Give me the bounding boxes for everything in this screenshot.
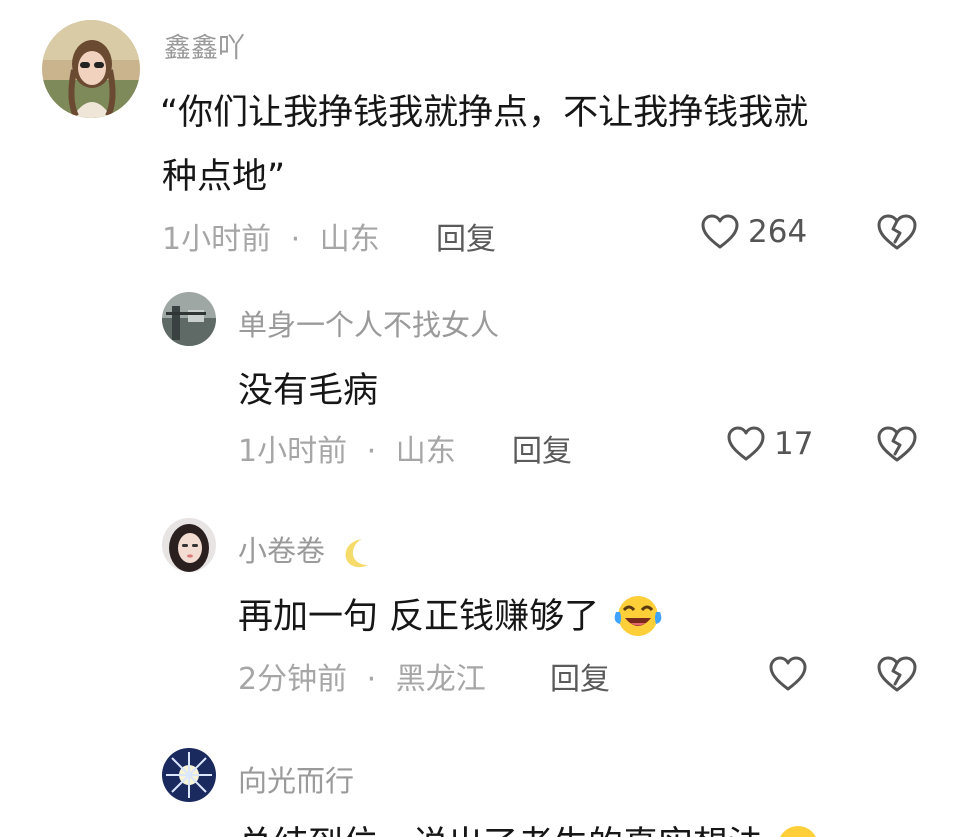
username[interactable]: 鑫鑫吖 [164, 26, 245, 65]
avatar-photo-icon [162, 292, 216, 346]
comment-text-line-2: 种点地” [162, 157, 286, 197]
like-count: 264 [748, 214, 808, 250]
avatar-photo-icon [162, 748, 216, 802]
heart-outline-icon [701, 214, 739, 249]
comment-meta: 1小时前 · 山东 [162, 214, 380, 258]
comment-meta: 1小时前 · 山东 [238, 426, 456, 470]
comment-item: 鑫鑫吖 “你们让我挣钱我就挣点，不让我挣钱我就 种点地” 1小时前 · 山东 回… [0, 0, 960, 270]
comment-item: 单身一个人不找女人 没有毛病 1小时前 · 山东 回复 17 [0, 280, 960, 490]
location: 黑龙江 [395, 662, 486, 697]
laughing-crying-emoji [614, 596, 662, 636]
broken-heart-icon [877, 426, 917, 462]
heart-outline-icon [727, 426, 765, 461]
reply-button[interactable]: 回复 [550, 654, 610, 698]
comment-text-body: 总结到位，说出了老生的真实想法 [238, 825, 763, 837]
crescent-moon-emoji [345, 539, 369, 568]
comment-text: 没有毛病 [238, 371, 379, 411]
username[interactable]: 向光而行 [238, 758, 354, 800]
avatar[interactable] [162, 748, 216, 802]
username-text: 小卷卷 [238, 534, 326, 568]
comment-text-body: 再加一句 反正钱赚够了 [238, 597, 600, 637]
avatar[interactable] [42, 20, 140, 118]
like-button[interactable]: 17 [726, 422, 813, 466]
meta-separator: · [366, 434, 377, 469]
comment-item: 向光而行 总结到位，说出了老生的真实想法 [0, 736, 960, 837]
comment-meta: 2分钟前 · 黑龙江 [238, 654, 486, 698]
like-count: 17 [774, 426, 814, 462]
dislike-button[interactable] [876, 424, 918, 468]
timestamp: 1小时前 [162, 222, 272, 257]
avatar-photo-icon [162, 518, 216, 572]
like-button[interactable]: 264 [700, 210, 807, 254]
reply-button[interactable]: 回复 [436, 214, 496, 258]
dislike-button[interactable] [876, 654, 918, 698]
smiling-emoji [780, 826, 817, 837]
broken-heart-icon [877, 214, 917, 250]
comment-item: 小卷卷 再加一句 反正钱赚够了 2分钟前 · 黑龙江 回复 [0, 508, 960, 718]
timestamp: 1小时前 [238, 434, 348, 469]
meta-separator: · [290, 222, 301, 257]
comment-text: 总结到位，说出了老生的真实想法 [238, 816, 822, 837]
location: 山东 [395, 434, 456, 469]
like-button[interactable] [768, 652, 816, 696]
reply-button[interactable]: 回复 [512, 426, 572, 470]
avatar-photo-icon [42, 20, 140, 118]
broken-heart-icon [877, 656, 917, 692]
timestamp: 2分钟前 [238, 662, 348, 697]
comment-text-line-1: “你们让我挣钱我就挣点，不让我挣钱我就 [160, 93, 809, 133]
avatar[interactable] [162, 292, 216, 346]
username[interactable]: 小卷卷 [238, 528, 376, 571]
avatar[interactable] [162, 518, 216, 572]
comment-text: 再加一句 反正钱赚够了 [238, 588, 664, 639]
heart-outline-icon [769, 656, 807, 691]
location: 山东 [319, 222, 380, 257]
username[interactable]: 单身一个人不找女人 [238, 302, 499, 344]
meta-separator: · [366, 662, 377, 697]
dislike-button[interactable] [876, 212, 918, 256]
